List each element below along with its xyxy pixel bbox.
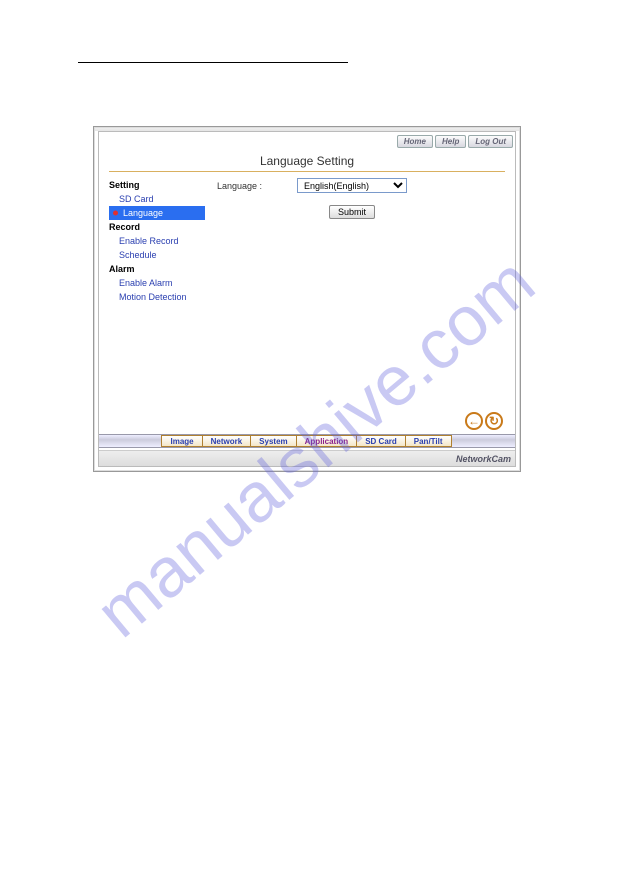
sidebar-item-enable-record[interactable]: Enable Record (109, 234, 205, 248)
tab-network[interactable]: Network (202, 435, 252, 447)
side-heading-setting: Setting (109, 178, 205, 192)
top-divider (78, 62, 348, 63)
title-rule (109, 171, 505, 172)
footer-brand: NetworkCam (456, 454, 511, 464)
sidebar-item-enable-alarm[interactable]: Enable Alarm (109, 276, 205, 290)
bottom-tabs: Image Network System Application SD Card… (99, 434, 515, 448)
language-row: Language : English(English) (217, 178, 505, 193)
language-select[interactable]: English(English) (297, 178, 407, 193)
content-row: Setting SD Card Language Record Enable R… (99, 178, 515, 304)
topbar: Home Help Log Out (99, 132, 515, 150)
tab-system[interactable]: System (250, 435, 296, 447)
nav-icons: ← ↻ (465, 412, 503, 430)
sidebar-item-language[interactable]: Language (109, 206, 205, 220)
home-button[interactable]: Home (397, 135, 433, 148)
submit-button[interactable]: Submit (329, 205, 375, 219)
help-button[interactable]: Help (435, 135, 466, 148)
tab-application[interactable]: Application (296, 435, 358, 447)
language-label: Language : (217, 181, 297, 191)
sidebar-item-sdcard[interactable]: SD Card (109, 192, 205, 206)
side-heading-alarm: Alarm (109, 262, 205, 276)
tab-sdcard[interactable]: SD Card (356, 435, 406, 447)
page-title: Language Setting (99, 150, 515, 171)
app-window: Home Help Log Out Language Setting Setti… (93, 126, 521, 472)
footer-bg (99, 450, 515, 466)
main-panel: Language : English(English) Submit (205, 178, 505, 304)
sidebar: Setting SD Card Language Record Enable R… (109, 178, 205, 304)
sidebar-item-motion-detection[interactable]: Motion Detection (109, 290, 205, 304)
logout-button[interactable]: Log Out (468, 135, 513, 148)
back-icon[interactable]: ← (465, 412, 483, 430)
window-inner: Home Help Log Out Language Setting Setti… (98, 131, 516, 467)
reload-icon[interactable]: ↻ (485, 412, 503, 430)
tab-image[interactable]: Image (161, 435, 202, 447)
sidebar-item-schedule[interactable]: Schedule (109, 248, 205, 262)
side-heading-record: Record (109, 220, 205, 234)
tab-pantilt[interactable]: Pan/Tilt (405, 435, 452, 447)
